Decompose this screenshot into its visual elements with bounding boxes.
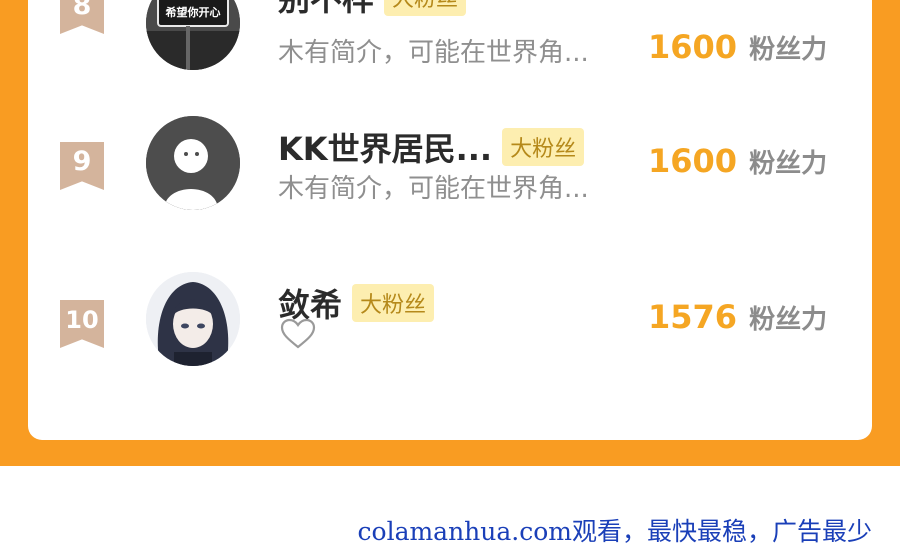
fan-badge: 大粉丝 — [502, 128, 585, 166]
site-watermark: colamanhua.com观看，最快最稳，广告最少 — [357, 517, 872, 546]
sign-text: 希望你开心 — [165, 6, 221, 19]
orange-frame: 8 希望你开心 别不样 大粉丝 木有简介，可能在世界角... 1600 粉丝力 — [0, 0, 900, 466]
user-name[interactable]: 别不样 — [278, 0, 374, 20]
anime-girl-avatar[interactable] — [146, 272, 240, 366]
ranking-card: 8 希望你开心 别不样 大粉丝 木有简介，可能在世界角... 1600 粉丝力 — [28, 0, 872, 440]
ranking-row-9[interactable]: 9 KK世界居民... 大粉丝 木有简介，可能在世界角... 1600 粉丝力 — [28, 116, 872, 276]
fan-power-value: 1576 — [648, 298, 738, 336]
fan-power-label: 粉丝力 — [749, 149, 828, 179]
user-name[interactable]: KK世界居民... — [278, 124, 492, 170]
rank-ribbon: 10 — [60, 300, 104, 348]
fan-badge: 大粉丝 — [384, 0, 467, 16]
fan-badge: 大粉丝 — [352, 284, 435, 322]
fan-power-value: 1600 — [648, 28, 738, 66]
fan-power-label: 粉丝力 — [749, 305, 828, 335]
user-bio: 木有简介，可能在世界角... — [278, 38, 589, 68]
default-user-avatar[interactable] — [146, 116, 240, 210]
rank-ribbon: 9 — [60, 142, 104, 190]
ranking-row-10[interactable]: 10 敛希 大粉丝 1576 粉丝力 — [28, 272, 872, 434]
fan-power-label: 粉丝力 — [749, 35, 828, 65]
sign-photo-avatar[interactable]: 希望你开心 — [146, 0, 240, 70]
ranking-row-8[interactable]: 8 希望你开心 别不样 大粉丝 木有简介，可能在世界角... 1600 粉丝力 — [28, 0, 872, 120]
fan-power-value: 1600 — [648, 142, 738, 180]
user-bio: 木有简介，可能在世界角... — [278, 174, 589, 204]
rank-ribbon: 8 — [60, 0, 104, 34]
heart-outline-icon[interactable] — [280, 318, 316, 354]
